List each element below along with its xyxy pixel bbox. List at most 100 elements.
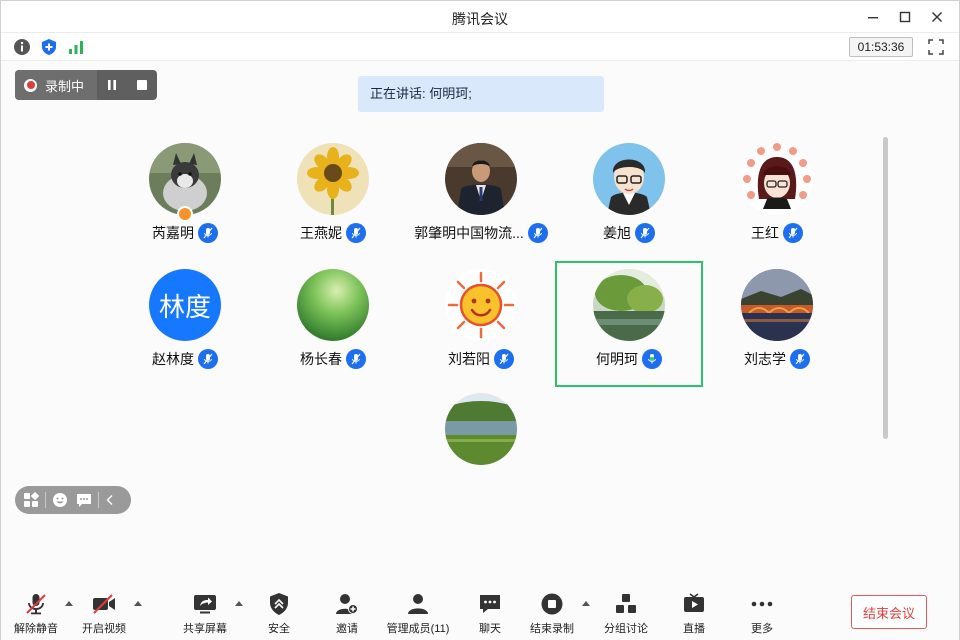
audio-options-caret[interactable] bbox=[65, 601, 73, 606]
participant-avatar bbox=[297, 143, 369, 215]
start-video-button[interactable]: 开启视频 bbox=[81, 591, 127, 639]
participant-nameline: 王燕妮 bbox=[259, 223, 407, 243]
close-button[interactable] bbox=[921, 5, 953, 29]
mic-active-icon bbox=[642, 349, 662, 369]
security-status-button[interactable] bbox=[40, 38, 58, 56]
cartoon-man-avatar bbox=[593, 143, 665, 215]
share-screen-button[interactable]: 共享屏幕 bbox=[182, 591, 228, 639]
stop-recording-button[interactable] bbox=[127, 70, 157, 100]
floating-toolbar bbox=[15, 486, 131, 514]
more-dots-icon bbox=[751, 601, 773, 607]
participant-avatar bbox=[593, 143, 665, 215]
breakout-rooms-button[interactable]: 分组讨论 bbox=[602, 591, 650, 639]
network-status-button[interactable] bbox=[67, 38, 85, 56]
divider bbox=[45, 492, 46, 508]
participant-avatar bbox=[297, 269, 369, 341]
start-video-label: 开启视频 bbox=[82, 623, 126, 635]
participant-name: 赵林度 bbox=[152, 351, 194, 367]
unmute-button[interactable]: 解除静音 bbox=[13, 591, 59, 639]
chat-label: 聊天 bbox=[479, 623, 501, 635]
window-controls bbox=[857, 5, 953, 29]
participant-tile[interactable]: 刘若阳 bbox=[407, 261, 555, 387]
info-icon bbox=[14, 39, 30, 55]
share-screen-label: 共享屏幕 bbox=[183, 623, 227, 635]
recording-bar: 录制中 bbox=[15, 70, 157, 100]
manage-members-button[interactable]: 管理成员(11) bbox=[385, 591, 451, 639]
cartoon-woman-avatar bbox=[741, 143, 813, 215]
participant-nameline: 郭肇明中国物流... bbox=[407, 223, 555, 243]
more-label: 更多 bbox=[751, 623, 773, 635]
willow-lake-photo-avatar bbox=[593, 269, 665, 341]
participant-name: 芮嘉明 bbox=[152, 225, 194, 241]
info-bar: 01:53:36 bbox=[1, 33, 959, 61]
participant-avatar bbox=[445, 269, 517, 341]
end-meeting-button[interactable]: 结束会议 bbox=[851, 595, 927, 629]
participant-tile[interactable]: 林度 赵林度 bbox=[111, 261, 259, 387]
participant-nameline: 刘若阳 bbox=[407, 349, 555, 369]
security-label: 安全 bbox=[268, 623, 290, 635]
danmaku-button[interactable] bbox=[76, 492, 92, 508]
live-stream-label: 直播 bbox=[683, 623, 705, 635]
participant-tile[interactable]: 郭肇明中国物流... bbox=[407, 135, 555, 261]
participant-tile-active-speaker[interactable]: 何明珂 bbox=[555, 261, 703, 387]
participant-tile[interactable] bbox=[407, 385, 555, 469]
title-bar: 腾讯会议 bbox=[1, 1, 959, 33]
participant-tile[interactable]: 芮嘉明 bbox=[111, 135, 259, 261]
pause-recording-button[interactable] bbox=[97, 70, 127, 100]
fullscreen-icon bbox=[928, 39, 944, 55]
participant-avatar bbox=[741, 143, 813, 215]
sunflower-photo-avatar bbox=[297, 143, 369, 215]
lake-trees-photo-avatar bbox=[445, 393, 517, 465]
participant-nameline: 王红 bbox=[703, 223, 851, 243]
breakout-rooms-label: 分组讨论 bbox=[604, 623, 648, 635]
participant-tile[interactable]: 王红 bbox=[703, 135, 851, 261]
participant-name: 王燕妮 bbox=[300, 225, 342, 241]
participant-name: 刘若阳 bbox=[448, 351, 490, 367]
participants-scrollbar[interactable] bbox=[883, 137, 888, 439]
more-button[interactable]: 更多 bbox=[743, 591, 781, 639]
green-blur-photo-avatar bbox=[297, 269, 369, 341]
live-stream-button[interactable]: 直播 bbox=[675, 591, 713, 639]
participant-nameline: 姜旭 bbox=[555, 223, 703, 243]
mic-icon bbox=[790, 349, 810, 369]
recording-status: 录制中 bbox=[15, 70, 97, 100]
maximize-icon bbox=[899, 11, 911, 23]
add-person-icon bbox=[336, 594, 358, 614]
meeting-info-button[interactable] bbox=[13, 38, 31, 56]
share-options-caret[interactable] bbox=[235, 601, 243, 606]
mic-icon bbox=[527, 223, 548, 243]
minimize-icon bbox=[868, 17, 878, 19]
husky-photo-avatar bbox=[149, 143, 221, 215]
chat-button[interactable]: 聊天 bbox=[471, 591, 509, 639]
layout-toggle-button[interactable] bbox=[23, 492, 39, 508]
participant-tile[interactable]: 王燕妮 bbox=[259, 135, 407, 261]
invite-button[interactable]: 邀请 bbox=[328, 591, 366, 639]
breakout-rooms-icon bbox=[616, 594, 636, 613]
participant-avatar bbox=[445, 143, 517, 215]
mic-icon bbox=[346, 223, 366, 243]
fullscreen-button[interactable] bbox=[927, 38, 945, 56]
shield-icon bbox=[270, 593, 288, 615]
participant-tile[interactable]: 杨长春 bbox=[259, 261, 407, 387]
collapse-float-button[interactable] bbox=[105, 494, 115, 506]
invite-label: 邀请 bbox=[336, 623, 358, 635]
participant-tile[interactable]: 刘志学 bbox=[703, 261, 851, 387]
video-options-caret[interactable] bbox=[134, 601, 142, 606]
end-recording-label: 结束录制 bbox=[530, 623, 574, 635]
meeting-toolbar: 解除静音 开启视频 共享屏幕 安全 邀请 管理成员(11) 聊天 结束录制 分组… bbox=[1, 585, 959, 640]
participant-tile[interactable]: 姜旭 bbox=[555, 135, 703, 261]
minimize-button[interactable] bbox=[857, 5, 889, 29]
participant-name: 郭肇明中国物流... bbox=[414, 225, 524, 241]
security-button[interactable]: 安全 bbox=[260, 591, 298, 639]
mic-icon bbox=[635, 223, 655, 243]
manage-members-label: 管理成员(11) bbox=[386, 623, 450, 635]
comment-bubble-icon bbox=[77, 494, 91, 507]
smiley-icon bbox=[53, 493, 67, 507]
mic-icon bbox=[198, 223, 218, 243]
chat-bubble-icon bbox=[480, 595, 500, 613]
record-options-caret[interactable] bbox=[582, 601, 590, 606]
end-recording-button[interactable]: 结束录制 bbox=[528, 591, 576, 639]
maximize-button[interactable] bbox=[889, 5, 921, 29]
microphone-muted-icon bbox=[26, 594, 46, 615]
reaction-button[interactable] bbox=[52, 492, 68, 508]
